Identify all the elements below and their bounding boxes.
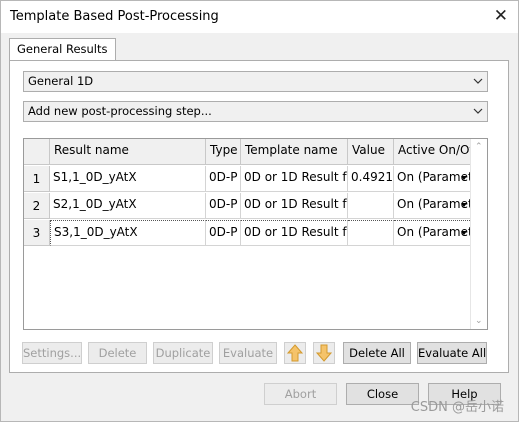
close-button[interactable]: Close	[346, 383, 419, 405]
result-name-cell[interactable]: S3,1_0D_yAtX	[50, 220, 206, 246]
settings-button[interactable]: Settings...	[22, 342, 82, 364]
active-dropdown[interactable]: On (Parameter)	[394, 220, 472, 246]
active-dropdown[interactable]: On (Parameter)	[394, 166, 472, 192]
category-dropdown-value: General 1D	[28, 74, 94, 88]
row-number[interactable]: 2	[24, 193, 50, 219]
post-processing-table: Result name Type Template name Value Act…	[23, 138, 488, 330]
result-name-cell[interactable]: S1,1_0D_yAtX	[50, 166, 206, 192]
column-header-type[interactable]: Type	[206, 139, 241, 165]
column-header-active[interactable]: Active On/Off	[394, 139, 472, 165]
template-name-cell[interactable]: 0D or 1D Result from	[241, 166, 348, 192]
value-cell[interactable]	[348, 193, 394, 219]
close-icon[interactable]: ✕	[494, 6, 508, 26]
result-name-cell[interactable]: S2,1_0D_yAtX	[50, 193, 206, 219]
evaluate-button[interactable]: Evaluate	[219, 342, 277, 364]
chevron-down-icon	[473, 108, 483, 114]
watermark-text: CSDN @岳小诺	[410, 400, 504, 415]
title-bar: Template Based Post-Processing ✕	[1, 1, 518, 33]
dropdown-arrow-icon	[461, 231, 467, 235]
type-cell[interactable]: 0D-P	[206, 220, 241, 246]
move-up-button[interactable]	[284, 342, 306, 364]
abort-button[interactable]: Abort	[264, 383, 337, 405]
column-header-value[interactable]: Value	[348, 139, 394, 165]
chevron-down-icon	[473, 78, 483, 84]
arrow-up-icon	[286, 344, 304, 362]
add-step-dropdown[interactable]: Add new post-processing step...	[23, 101, 488, 122]
column-header-template-name[interactable]: Template name	[241, 139, 348, 165]
add-step-dropdown-value: Add new post-processing step...	[28, 104, 212, 118]
template-name-cell[interactable]: 0D or 1D Result from	[241, 193, 348, 219]
arrow-down-icon	[315, 344, 333, 362]
delete-all-button[interactable]: Delete All	[343, 342, 411, 364]
column-header-result-name[interactable]: Result name	[50, 139, 206, 165]
scroll-down-icon[interactable]: ⌄	[475, 316, 483, 326]
tab-general-results[interactable]: General Results	[9, 38, 116, 61]
window-title: Template Based Post-Processing	[10, 9, 219, 24]
category-dropdown[interactable]: General 1D	[23, 71, 488, 92]
dropdown-arrow-icon	[461, 176, 467, 180]
row-number[interactable]: 3	[24, 220, 50, 246]
template-name-cell[interactable]: 0D or 1D Result from	[241, 220, 348, 246]
delete-button[interactable]: Delete	[88, 342, 147, 364]
type-cell[interactable]: 0D-P	[206, 166, 241, 192]
value-cell[interactable]	[348, 220, 394, 246]
active-dropdown[interactable]: On (Parameter)	[394, 193, 472, 219]
evaluate-all-button[interactable]: Evaluate All	[417, 342, 487, 364]
move-down-button[interactable]	[313, 342, 335, 364]
corner-header	[24, 139, 50, 165]
duplicate-button[interactable]: Duplicate	[153, 342, 213, 364]
table-scrollbar[interactable]: ⌃ ⌄	[470, 139, 487, 329]
post-processing-dialog: Template Based Post-Processing ✕ General…	[0, 0, 519, 422]
value-cell[interactable]: 0.49218	[348, 166, 394, 192]
type-cell[interactable]: 0D-P	[206, 193, 241, 219]
scroll-up-icon[interactable]: ⌃	[475, 142, 483, 152]
dropdown-arrow-icon	[461, 203, 467, 207]
row-number[interactable]: 1	[24, 166, 50, 192]
